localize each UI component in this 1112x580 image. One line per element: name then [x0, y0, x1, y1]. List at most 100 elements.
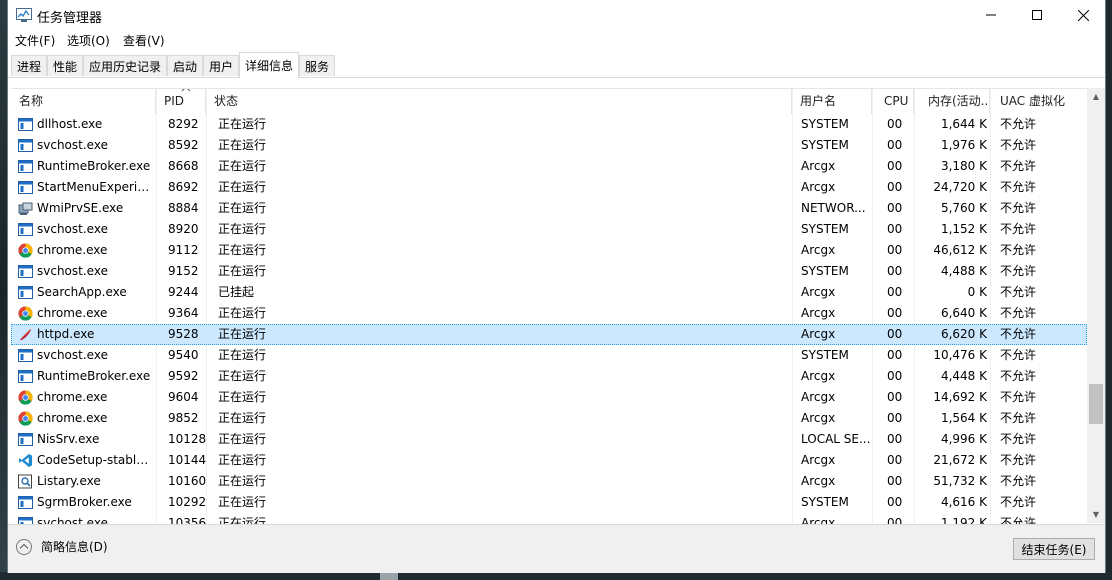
table-row[interactable]: RuntimeBroker.exe 8668 正在运行 Arcgx 00 3,180 K 不…	[11, 156, 1087, 177]
table-row[interactable]: svchost.exe 10356 正在运行 Arcgx 00 1,192 K 不允许	[11, 513, 1087, 524]
minimize-button[interactable]	[968, 0, 1014, 30]
process-cpu: 00	[887, 222, 903, 236]
scroll-up-button[interactable]: ▲	[1087, 88, 1105, 105]
process-username: SYSTEM	[801, 138, 849, 152]
column-header-pid[interactable]: PID	[156, 89, 206, 114]
menu-view[interactable]: 查看(V)	[123, 32, 165, 49]
process-name: dllhost.exe	[37, 117, 103, 131]
vertical-scrollbar[interactable]: ▲ ▼	[1087, 88, 1105, 523]
process-username: Arcgx	[801, 474, 836, 488]
table-row[interactable]: Listary.exe 10160 正在运行 Arcgx 00 51,732 K 不允许	[11, 471, 1087, 492]
table-row[interactable]: WmiPrvSE.exe 8884 正在运行 NETWOR... 00 5,760 K 不允…	[11, 198, 1087, 219]
table-row[interactable]: svchost.exe 8920 正在运行 SYSTEM 00 1,152 K 不允许	[11, 219, 1087, 240]
process-window-icon	[18, 159, 33, 174]
chrome-icon	[18, 411, 33, 426]
chevron-down-icon: ▼	[1092, 510, 1100, 519]
column-header-cpu[interactable]: CPU	[872, 89, 914, 114]
process-username: SYSTEM	[801, 495, 849, 509]
process-uac: 不允许	[1000, 474, 1037, 488]
process-status: 正在运行	[218, 180, 267, 194]
process-status: 正在运行	[218, 411, 267, 425]
table-row[interactable]: svchost.exe 8592 正在运行 SYSTEM 00 1,976 K 不允许	[11, 135, 1087, 156]
process-username: Arcgx	[801, 411, 836, 425]
process-username: Arcgx	[801, 180, 836, 194]
tab-app-history[interactable]: 应用历史记录	[83, 55, 167, 76]
footer-bar: 简略信息(D) 结束任务(E)	[8, 524, 1105, 573]
table-row[interactable]: httpd.exe 9528 正在运行 Arcgx 00 6,620 K 不允许	[11, 324, 1087, 345]
process-username: NETWOR...	[801, 201, 866, 215]
process-memory: 1,976 K	[940, 138, 987, 152]
table-row[interactable]: SearchApp.exe 9244 已挂起 Arcgx 00 0 K 不允许	[11, 282, 1087, 303]
tab-startup[interactable]: 启动	[167, 55, 203, 76]
maximize-button[interactable]	[1014, 0, 1060, 30]
column-header-username[interactable]: 用户名	[792, 89, 872, 114]
process-cpu: 00	[887, 453, 903, 467]
tab-details[interactable]: 详细信息	[239, 52, 299, 78]
process-username: Arcgx	[801, 306, 836, 320]
process-memory: 4,488 K	[940, 264, 987, 278]
process-status: 正在运行	[218, 306, 267, 320]
process-username: Arcgx	[801, 516, 836, 524]
table-row[interactable]: CodeSetup-stable-... 10144 正在运行 Arcgx 00 21,6…	[11, 450, 1087, 471]
scroll-down-button[interactable]: ▼	[1087, 506, 1105, 523]
table-row[interactable]: StartMenuExperien... 8692 正在运行 Arcgx 00 24,72…	[11, 177, 1087, 198]
menu-bar: 文件(F) 选项(O) 查看(V)	[8, 30, 1105, 50]
table-row[interactable]: NisSrv.exe 10128 正在运行 LOCAL SE... 00 4,996 K 不…	[11, 429, 1087, 450]
column-header-memory[interactable]: 内存(活动...	[914, 89, 990, 114]
table-row[interactable]: chrome.exe 9604 正在运行 Arcgx 00 14,692 K 不允许	[11, 387, 1087, 408]
process-status: 正在运行	[218, 201, 267, 215]
column-header-uac[interactable]: UAC 虚拟化	[990, 89, 1087, 114]
process-uac: 不允许	[1000, 243, 1037, 257]
vscode-icon	[18, 453, 33, 468]
process-uac: 不允许	[1000, 222, 1037, 236]
process-name: chrome.exe	[37, 390, 108, 404]
menu-file[interactable]: 文件(F)	[15, 32, 55, 49]
title-bar[interactable]: 任务管理器	[8, 0, 1105, 30]
table-row[interactable]: svchost.exe 9152 正在运行 SYSTEM 00 4,488 K 不允许	[11, 261, 1087, 282]
end-task-button[interactable]: 结束任务(E)	[1013, 538, 1095, 560]
process-pid: 8668	[168, 159, 199, 173]
process-cpu: 00	[887, 411, 903, 425]
process-cpu: 00	[887, 306, 903, 320]
window-title: 任务管理器	[37, 11, 103, 26]
process-pid: 10144	[168, 453, 207, 467]
process-status: 正在运行	[218, 117, 267, 131]
process-status: 正在运行	[218, 432, 267, 446]
table-row[interactable]: chrome.exe 9852 正在运行 Arcgx 00 1,564 K 不允许	[11, 408, 1087, 429]
table-row[interactable]: chrome.exe 9364 正在运行 Arcgx 00 6,640 K 不允许	[11, 303, 1087, 324]
wmi-icon	[18, 201, 33, 216]
chevron-up-icon: ▲	[1092, 92, 1100, 101]
process-window-icon	[18, 369, 33, 384]
process-uac: 不允许	[1000, 180, 1037, 194]
process-status: 正在运行	[218, 327, 267, 341]
process-cpu: 00	[887, 390, 903, 404]
fewer-details-button[interactable]: 简略信息(D)	[16, 538, 108, 555]
tab-performance[interactable]: 性能	[47, 55, 83, 76]
process-name: SgrmBroker.exe	[37, 495, 132, 509]
sort-ascending-icon	[182, 89, 190, 92]
column-header-status[interactable]: 状态	[206, 89, 792, 114]
scrollbar-thumb[interactable]	[1089, 384, 1103, 424]
tab-users[interactable]: 用户	[203, 55, 239, 76]
process-name: svchost.exe	[37, 516, 108, 524]
process-username: SYSTEM	[801, 348, 849, 362]
details-table: 名称 PID 状态 用户名 CPU 内存(活动... UAC 虚拟化 dllho…	[11, 88, 1105, 524]
process-username: Arcgx	[801, 327, 836, 341]
table-row[interactable]: dllhost.exe 8292 正在运行 SYSTEM 00 1,644 K 不允许	[11, 114, 1087, 135]
table-row[interactable]: chrome.exe 9112 正在运行 Arcgx 00 46,612 K 不允许	[11, 240, 1087, 261]
chrome-icon	[18, 390, 33, 405]
tab-services[interactable]: 服务	[299, 55, 335, 76]
collapse-chevron-icon	[16, 538, 32, 555]
close-button[interactable]	[1060, 0, 1106, 30]
menu-options[interactable]: 选项(O)	[67, 32, 110, 49]
process-uac: 不允许	[1000, 201, 1037, 215]
column-header-name[interactable]: 名称	[11, 89, 156, 114]
tab-processes[interactable]: 进程	[11, 55, 47, 76]
process-uac: 不允许	[1000, 369, 1037, 383]
process-window-icon	[18, 285, 33, 300]
process-pid: 9604	[168, 390, 199, 404]
table-row[interactable]: RuntimeBroker.exe 9592 正在运行 Arcgx 00 4,448 K 不…	[11, 366, 1087, 387]
table-row[interactable]: SgrmBroker.exe 10292 正在运行 SYSTEM 00 4,616 K 不允…	[11, 492, 1087, 513]
process-pid: 8292	[168, 117, 199, 131]
table-row[interactable]: svchost.exe 9540 正在运行 SYSTEM 00 10,476 K 不允许	[11, 345, 1087, 366]
